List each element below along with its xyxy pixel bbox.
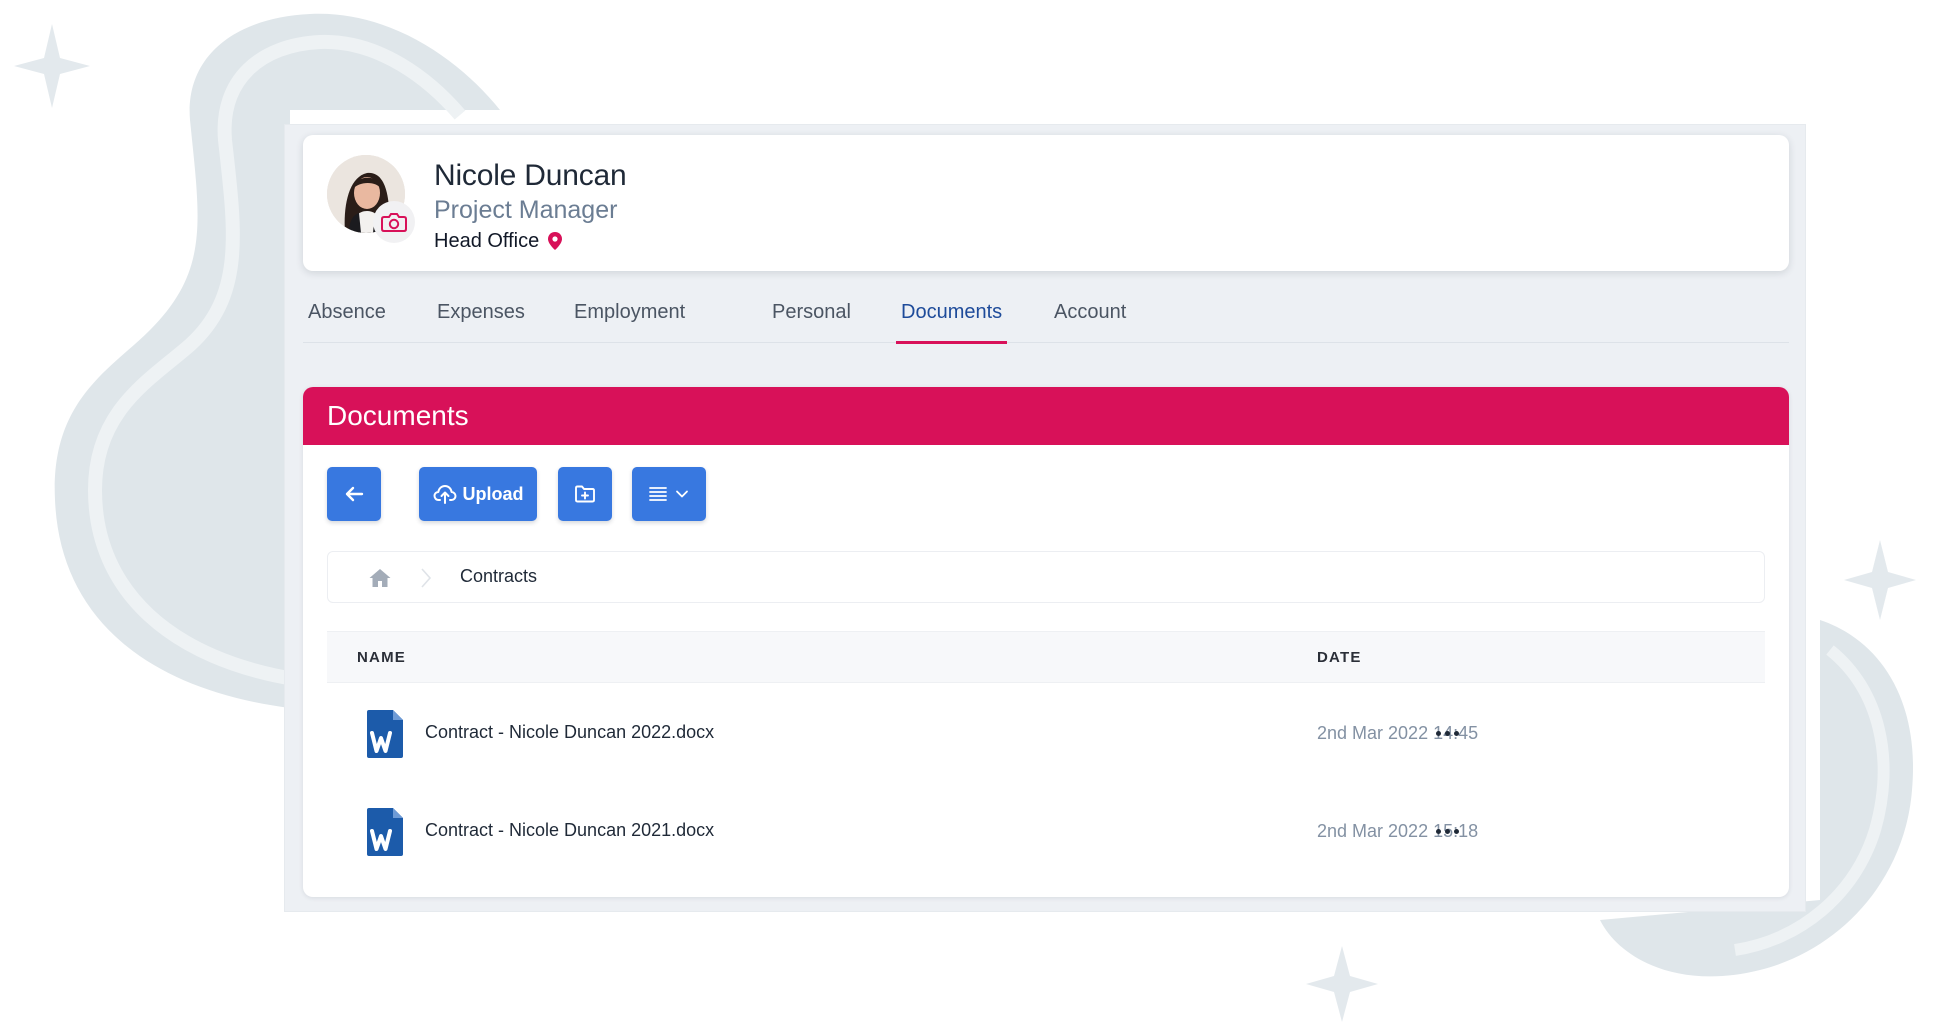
file-name[interactable]: Contract - Nicole Duncan 2021.docx bbox=[425, 820, 714, 841]
profile-role: Project Manager bbox=[434, 196, 618, 224]
table-header: NAME DATE bbox=[327, 631, 1765, 683]
camera-icon bbox=[381, 213, 407, 232]
tab-account[interactable]: Account bbox=[1054, 295, 1126, 343]
more-dot-icon bbox=[1435, 828, 1441, 834]
more-dot-icon bbox=[1444, 730, 1450, 736]
profile-tabs: Absence Expenses Employment Personal Doc… bbox=[303, 295, 1789, 344]
home-icon[interactable] bbox=[368, 567, 392, 589]
map-pin-icon bbox=[548, 232, 563, 250]
tab-expenses[interactable]: Expenses bbox=[437, 295, 525, 343]
list-view-icon bbox=[649, 487, 667, 501]
table-row[interactable]: Contract - Nicole Duncan 2021.docx 2nd M… bbox=[327, 783, 1765, 881]
file-name[interactable]: Contract - Nicole Duncan 2022.docx bbox=[425, 722, 714, 743]
tab-documents[interactable]: Documents bbox=[895, 295, 1008, 344]
column-name[interactable]: NAME bbox=[357, 649, 406, 666]
upload-button[interactable]: Upload bbox=[419, 467, 537, 521]
more-options-button[interactable] bbox=[1431, 723, 1463, 743]
breadcrumb-current[interactable]: Contracts bbox=[460, 566, 537, 587]
change-photo-button[interactable] bbox=[373, 201, 415, 243]
arrow-left-icon bbox=[345, 486, 364, 502]
more-dot-icon bbox=[1453, 730, 1459, 736]
upload-label: Upload bbox=[462, 483, 524, 504]
more-dot-icon bbox=[1435, 730, 1441, 736]
documents-panel: Documents Upload Contracts NAME DATE Con… bbox=[303, 387, 1789, 897]
cloud-upload-icon bbox=[433, 485, 456, 504]
folder-plus-icon bbox=[575, 485, 595, 503]
breadcrumb: Contracts bbox=[327, 551, 1765, 603]
app-frame: Nicole Duncan Project Manager Head Offic… bbox=[284, 124, 1806, 912]
profile-name: Nicole Duncan bbox=[434, 159, 627, 192]
table-row[interactable]: Contract - Nicole Duncan 2022.docx 2nd M… bbox=[327, 685, 1765, 783]
column-date[interactable]: DATE bbox=[1317, 649, 1362, 666]
documents-header: Documents bbox=[303, 387, 1789, 445]
documents-toolbar: Upload bbox=[303, 467, 1789, 521]
tab-employment[interactable]: Employment bbox=[574, 295, 685, 343]
chevron-down-icon bbox=[676, 490, 688, 498]
profile-details: Nicole Duncan Project Manager Head Offic… bbox=[434, 159, 627, 254]
tab-personal[interactable]: Personal bbox=[772, 295, 851, 343]
new-folder-button[interactable] bbox=[558, 467, 612, 521]
word-document-icon bbox=[367, 808, 403, 856]
word-document-icon bbox=[367, 710, 403, 758]
avatar-wrap bbox=[327, 155, 417, 245]
more-dot-icon bbox=[1453, 828, 1459, 834]
chevron-right-icon bbox=[421, 568, 432, 588]
back-button[interactable] bbox=[327, 467, 381, 521]
more-dot-icon bbox=[1444, 828, 1450, 834]
more-options-button[interactable] bbox=[1431, 821, 1463, 841]
profile-location: Head Office bbox=[434, 228, 627, 254]
tab-absence[interactable]: Absence bbox=[308, 295, 386, 343]
profile-location-label: Head Office bbox=[434, 230, 540, 252]
profile-card: Nicole Duncan Project Manager Head Offic… bbox=[303, 135, 1789, 271]
view-options-dropdown[interactable] bbox=[632, 467, 706, 521]
